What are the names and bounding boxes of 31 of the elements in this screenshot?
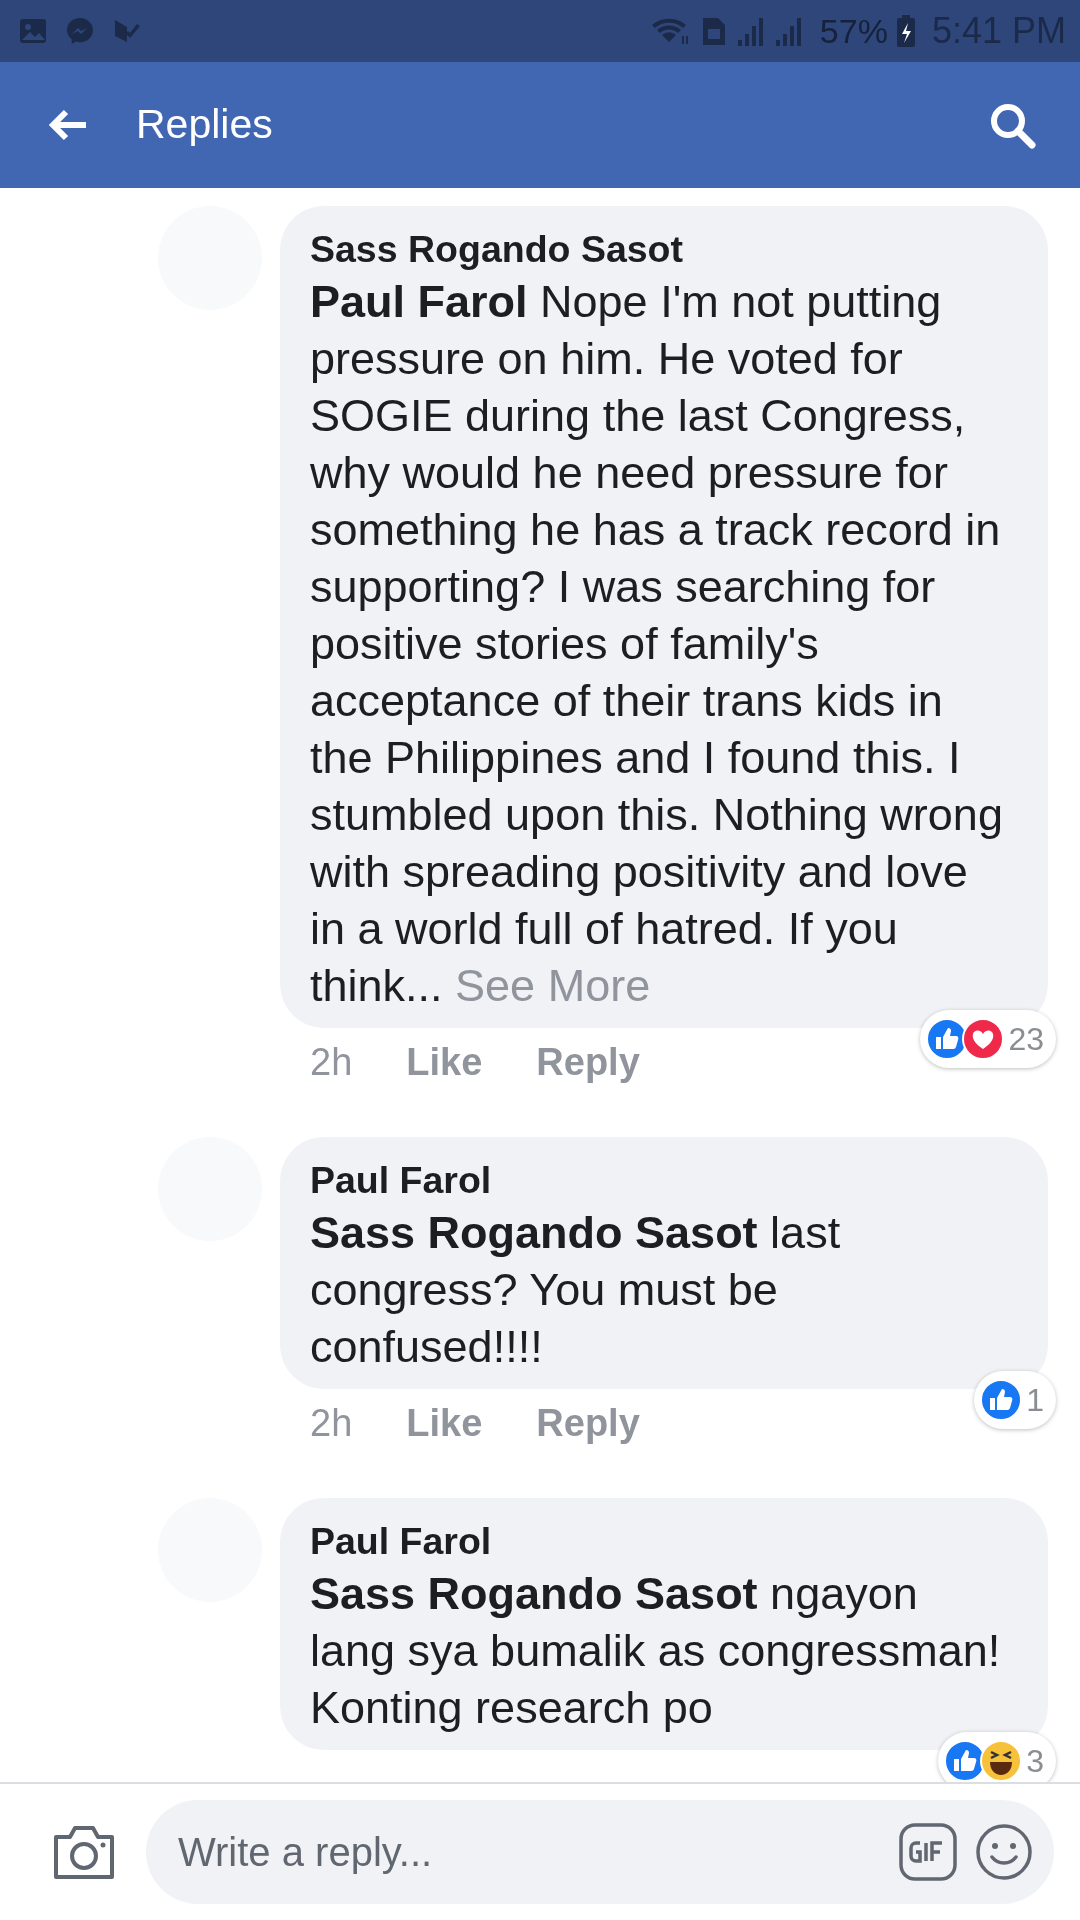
- comment-author[interactable]: Paul Farol: [310, 1156, 1010, 1204]
- search-icon[interactable]: [988, 101, 1036, 149]
- see-more-link[interactable]: See More: [455, 959, 651, 1011]
- reactions-pill[interactable]: 3: [938, 1731, 1056, 1782]
- reply-text-input[interactable]: Write a reply...: [176, 1821, 882, 1883]
- reaction-count: 1: [1026, 1380, 1044, 1420]
- like-link[interactable]: Like: [406, 1033, 483, 1091]
- reaction-count: 3: [1026, 1741, 1044, 1781]
- reply-link[interactable]: Reply: [536, 1394, 640, 1452]
- battery-percentage: 57%: [819, 10, 888, 52]
- battery-icon: [895, 14, 916, 48]
- reaction-count: 23: [1008, 1019, 1044, 1059]
- smiley-icon[interactable]: [974, 1822, 1034, 1882]
- gif-icon[interactable]: [898, 1822, 958, 1882]
- comment-time: 2h: [310, 1400, 353, 1446]
- reply-input-field[interactable]: Write a reply...: [146, 1800, 1054, 1904]
- reactions-pill[interactable]: 1: [974, 1370, 1056, 1429]
- comment-author[interactable]: Sass Rogando Sasot: [310, 226, 1010, 273]
- page-title: Replies: [136, 100, 273, 150]
- comment-time: 2h: [310, 1039, 353, 1085]
- reactions-pill[interactable]: 23: [920, 1009, 1056, 1068]
- laughing-face-icon: [980, 1739, 1023, 1782]
- image-icon: [18, 16, 48, 46]
- messenger-icon: [64, 15, 96, 47]
- back-arrow-icon[interactable]: [48, 108, 88, 142]
- thumbs-up-icon: [980, 1378, 1023, 1421]
- comment-text: Sass Rogando Sasot last congress? You must be confused!!!!: [310, 1205, 842, 1374]
- reply-link[interactable]: Reply: [536, 1033, 640, 1091]
- comment-author[interactable]: Paul Farol: [310, 1517, 1010, 1565]
- like-link[interactable]: Like: [406, 1394, 483, 1452]
- camera-icon[interactable]: [52, 1823, 116, 1881]
